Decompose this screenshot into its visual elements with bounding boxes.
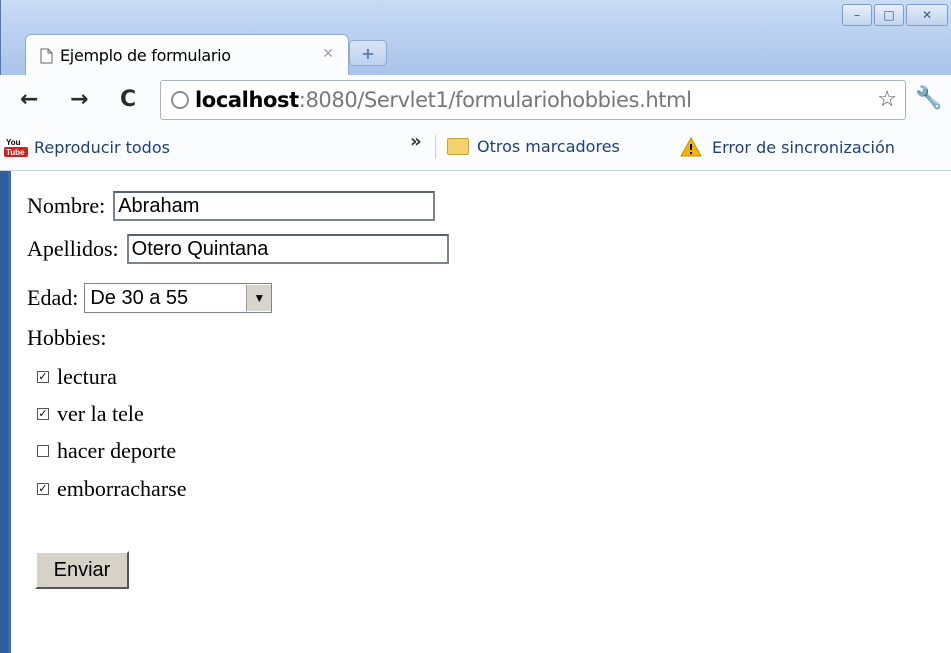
- hobby-ver-la-tele[interactable]: ✓ ver la tele: [37, 401, 144, 427]
- hobby-emborracharse[interactable]: ✓ emborracharse: [37, 476, 186, 502]
- edad-label: Edad:: [27, 285, 79, 310]
- bookmarks-separator: [435, 135, 436, 159]
- nombre-input[interactable]: Abraham: [113, 191, 436, 221]
- minimize-icon[interactable]: –: [842, 4, 872, 26]
- nombre-label: Nombre:: [27, 193, 106, 218]
- title-bar: – □ ✕ Ejemplo de formulario ✕ +: [0, 0, 951, 76]
- forward-arrow-icon[interactable]: →: [70, 87, 88, 112]
- hobby-lectura[interactable]: ✓ lectura: [37, 364, 117, 390]
- warning-icon: [680, 136, 702, 157]
- chevron-down-icon[interactable]: ▼: [246, 285, 272, 311]
- bookmark-star-icon[interactable]: ☆: [877, 86, 897, 112]
- youtube-icon: You Tube: [4, 137, 28, 157]
- back-arrow-icon[interactable]: ←: [20, 87, 38, 112]
- navigation-toolbar: ← → C localhost:8080/Servlet1/formulario…: [0, 75, 951, 125]
- maximize-icon[interactable]: □: [874, 4, 904, 26]
- hobby-label: hacer deporte: [57, 438, 177, 463]
- svg-text:Tube: Tube: [6, 148, 25, 157]
- new-tab-button[interactable]: +: [349, 40, 387, 66]
- bookmark-reproducir-todos[interactable]: You Tube Reproducir todos: [4, 137, 170, 157]
- checkbox-hacer-deporte[interactable]: [37, 445, 49, 457]
- sync-error-button[interactable]: Error de sincronización: [680, 136, 895, 157]
- enviar-button[interactable]: Enviar: [35, 551, 129, 589]
- hobby-label: ver la tele: [57, 401, 144, 426]
- bookmark-label: Reproducir todos: [34, 137, 170, 157]
- hobby-label: emborracharse: [57, 476, 187, 501]
- window-controls: – □ ✕: [842, 4, 948, 26]
- edad-select[interactable]: De 30 a 55 ▼: [84, 283, 273, 313]
- wrench-icon[interactable]: 🔧: [915, 86, 942, 111]
- nombre-row: Nombre: Abraham: [27, 191, 436, 221]
- reload-icon[interactable]: C: [120, 87, 136, 112]
- url-text: localhost:8080/Servlet1/formulariohobbie…: [195, 88, 692, 112]
- edad-row: Edad: De 30 a 55 ▼: [27, 283, 273, 313]
- checkbox-emborracharse[interactable]: ✓: [37, 483, 49, 495]
- close-icon[interactable]: ✕: [906, 4, 948, 26]
- bookmark-otros-marcadores[interactable]: Otros marcadores: [447, 137, 620, 156]
- tab-close-icon[interactable]: ✕: [322, 46, 334, 62]
- globe-icon: [171, 91, 189, 109]
- chevron-overflow-icon[interactable]: »: [410, 131, 422, 152]
- tab-title: Ejemplo de formulario: [60, 46, 231, 65]
- hobbies-label: Hobbies:: [27, 325, 107, 350]
- sync-error-label: Error de sincronización: [712, 137, 895, 157]
- bookmarks-bar: You Tube Reproducir todos » Otros marcado…: [0, 125, 951, 171]
- tab-ejemplo-formulario[interactable]: Ejemplo de formulario ✕: [25, 34, 349, 76]
- apellidos-input[interactable]: Otero Quintana: [126, 234, 449, 264]
- checkbox-ver-la-tele[interactable]: ✓: [37, 408, 49, 420]
- folder-icon: [447, 138, 469, 155]
- hobby-label: lectura: [57, 364, 117, 389]
- bookmark-label: Otros marcadores: [477, 137, 620, 156]
- apellidos-row: Apellidos: Otero Quintana: [27, 234, 449, 264]
- apellidos-label: Apellidos:: [27, 236, 119, 261]
- browser-window: – □ ✕ Ejemplo de formulario ✕ + ← → C lo…: [0, 0, 951, 653]
- address-bar[interactable]: localhost:8080/Servlet1/formulariohobbie…: [160, 80, 906, 120]
- svg-text:You: You: [6, 138, 21, 147]
- checkbox-lectura[interactable]: ✓: [37, 371, 49, 383]
- hobby-hacer-deporte[interactable]: hacer deporte: [37, 438, 176, 464]
- page-content: Nombre: Abraham Apellidos: Otero Quintan…: [8, 171, 951, 653]
- page-icon: [40, 47, 54, 64]
